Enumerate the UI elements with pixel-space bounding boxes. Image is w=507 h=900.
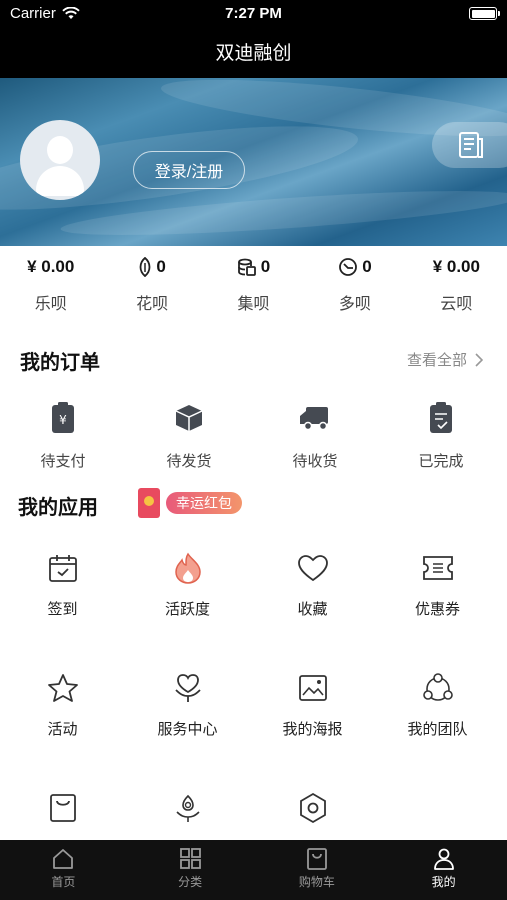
badge-label: 幸运红包	[166, 492, 242, 514]
app-activity[interactable]: 活跃度	[125, 548, 250, 668]
app-label: 活跃度	[164, 601, 210, 618]
stat-value: 0	[260, 257, 271, 276]
stat-value: 0	[362, 257, 372, 276]
stat-yunbei[interactable]: ¥ 0.00 云呗	[406, 250, 507, 320]
stat-label: 花呗	[136, 296, 169, 313]
heart-icon	[297, 555, 328, 582]
order-label: 待收货	[292, 453, 338, 470]
tab-label: 首页	[51, 875, 76, 889]
top-bar: Carrier 7:27 PM 双迪融创	[0, 0, 507, 78]
grid-icon	[180, 848, 202, 869]
hexagon-icon	[299, 792, 326, 824]
view-all-label: 查看全部	[406, 352, 467, 369]
stat-duobei[interactable]: 0 多呗	[304, 250, 405, 320]
stat-huabei[interactable]: 0 花呗	[101, 250, 202, 320]
order-label: 已完成	[418, 453, 464, 470]
app-label: 活动	[47, 721, 78, 738]
app-checkin[interactable]: 签到	[0, 548, 125, 668]
app-my-team[interactable]: 我的团队	[375, 668, 500, 788]
battery-icon	[469, 7, 500, 20]
flower-icon	[175, 794, 200, 822]
status-time: 7:27 PM	[225, 5, 282, 22]
app-my-poster[interactable]: 我的海报	[250, 668, 375, 788]
tab-category[interactable]: 分类	[127, 840, 254, 900]
app-service-center[interactable]: 服务中心	[125, 668, 250, 788]
app-label: 优惠券	[414, 601, 460, 618]
red-envelope-icon	[138, 488, 160, 518]
tab-cart[interactable]: 购物车	[254, 840, 381, 900]
app-label: 我的团队	[407, 721, 468, 738]
order-completed[interactable]: 已完成	[378, 400, 504, 480]
order-shortcuts: ¥ 待支付 待发货 待收货 已完成	[0, 400, 507, 480]
stat-lebei[interactable]: ¥ 0.00 乐呗	[0, 250, 101, 320]
stat-value: ¥ 0.00	[27, 257, 75, 276]
avatar[interactable]	[20, 120, 100, 200]
stat-jibei[interactable]: 0 集呗	[203, 250, 304, 320]
cart-icon	[306, 848, 327, 870]
app-label: 服务中心	[157, 721, 218, 738]
tab-home[interactable]: 首页	[0, 840, 127, 900]
stat-label: 集呗	[237, 296, 270, 313]
stat-label: 多呗	[338, 296, 371, 313]
wallet-stats: ¥ 0.00 乐呗 0 花呗 0 集呗 0 多呗 ¥ 0.00 云呗	[0, 250, 507, 320]
app-label: 收藏	[297, 601, 328, 618]
clock-icon	[339, 258, 358, 276]
tab-label: 我的	[431, 875, 456, 889]
ticket-icon	[422, 556, 453, 580]
app-label: 签到	[47, 601, 78, 618]
star-icon	[47, 674, 78, 702]
coins-icon	[237, 258, 256, 276]
order-label: 待发货	[166, 453, 212, 470]
order-pending-payment[interactable]: ¥ 待支付	[0, 400, 126, 480]
team-icon	[422, 673, 453, 701]
chevron-right-icon	[475, 352, 483, 367]
app-events[interactable]: 活动	[0, 668, 125, 788]
view-all-orders-link[interactable]: 查看全部	[407, 349, 483, 370]
stat-label: 乐呗	[34, 296, 67, 313]
tab-mine[interactable]: 我的	[380, 840, 507, 900]
wallet-icon: ¥	[52, 402, 74, 433]
box-icon	[175, 405, 203, 431]
document-icon	[459, 132, 483, 158]
app-coupons[interactable]: 优惠券	[375, 548, 500, 668]
seed-icon	[139, 257, 151, 277]
stat-value: ¥ 0.00	[432, 257, 480, 276]
truck-icon	[300, 407, 328, 431]
profile-header: 登录/注册	[0, 78, 507, 246]
page-title: 双迪融创	[215, 43, 292, 64]
tab-label: 分类	[178, 875, 203, 889]
login-register-button[interactable]: 登录/注册	[133, 151, 245, 189]
bag-icon	[49, 794, 76, 822]
calendar-icon	[48, 555, 77, 582]
apps-title: 我的应用	[18, 497, 98, 519]
flame-icon	[174, 552, 201, 584]
order-pending-shipment[interactable]: 待发货	[126, 400, 252, 480]
status-bar: Carrier 7:27 PM	[0, 0, 507, 28]
lucky-red-packet-badge[interactable]: 幸运红包	[138, 488, 242, 518]
stat-value: 0	[156, 257, 166, 276]
app-favorites[interactable]: 收藏	[250, 548, 375, 668]
svg-text:¥: ¥	[59, 413, 67, 427]
person-icon	[433, 848, 454, 870]
order-pending-receipt[interactable]: 待收货	[252, 400, 378, 480]
orders-title: 我的订单	[20, 352, 100, 374]
document-button[interactable]	[432, 122, 507, 168]
order-label: 待支付	[40, 453, 86, 470]
clipboard-check-icon	[430, 402, 452, 433]
service-icon	[174, 674, 201, 702]
tab-label: 购物车	[298, 875, 335, 889]
app-label: 我的海报	[282, 721, 343, 738]
stat-label: 云呗	[440, 296, 473, 313]
tab-bar: 首页 分类 购物车 我的	[0, 840, 507, 900]
home-icon	[53, 849, 74, 869]
image-icon	[298, 675, 327, 701]
